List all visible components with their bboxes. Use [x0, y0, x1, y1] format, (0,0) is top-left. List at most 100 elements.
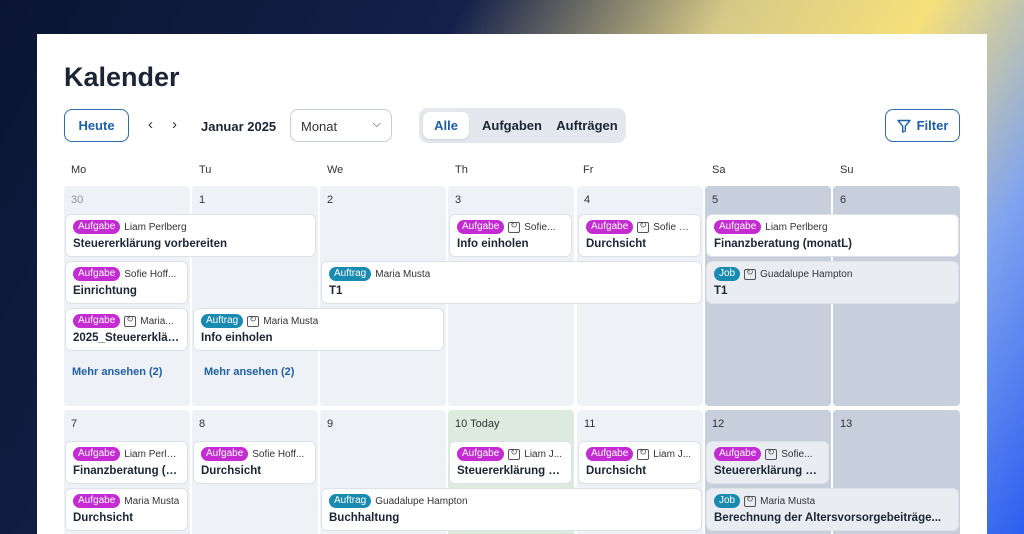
event-type-badge: Aufgabe	[73, 494, 121, 508]
event-assignee: Liam Perlb...	[124, 448, 180, 460]
recurring-icon	[508, 220, 521, 233]
filter-button[interactable]: Filter	[885, 109, 960, 142]
event-card[interactable]: Aufgabe Liam Perlberg Steuererklärung vor…	[65, 214, 316, 257]
event-assignee: Sofie Hoff...	[124, 268, 177, 280]
event-title: Info einholen	[457, 238, 529, 250]
event-title: Finanzberatung (monatL)	[714, 238, 852, 250]
day-number: 12	[712, 418, 725, 430]
event-title: Durchsicht	[586, 465, 647, 477]
dayname-tu: Tu	[199, 164, 212, 176]
calendar-panel: Kalender Heute ‹ › Januar 2025 Monat ⌵ A…	[37, 34, 987, 534]
view-select[interactable]: Monat ⌵	[290, 109, 392, 142]
event-title: Durchsicht	[73, 512, 134, 524]
event-assignee: Liam Perlberg	[765, 221, 828, 233]
event-type-badge: Auftrag	[201, 314, 244, 328]
recurring-icon	[744, 494, 757, 507]
dayname-th: Th	[455, 164, 468, 176]
event-title: Steuererklärung vorbereiten	[73, 238, 228, 250]
show-more-link[interactable]: Mehr ansehen (2)	[204, 366, 294, 378]
event-type-badge: Auftrag	[329, 494, 372, 508]
day-number: 13	[840, 418, 853, 430]
day-number: 3	[455, 194, 462, 206]
day-number: 2	[327, 194, 334, 206]
event-card[interactable]: Aufgabe Sofie Hoff... Durchsicht	[193, 441, 316, 484]
event-type-badge: Aufgabe	[73, 447, 121, 461]
event-card[interactable]: Aufgabe Maria... 2025_Steuererklär...	[65, 308, 188, 351]
event-card[interactable]: Job Guadalupe Hampton T1	[706, 261, 959, 304]
event-card[interactable]: Auftrag Maria Musta T1	[321, 261, 702, 304]
recurring-icon	[247, 314, 260, 327]
event-type-badge: Aufgabe	[714, 220, 762, 234]
event-assignee: Sofie Hoff...	[252, 448, 305, 460]
event-assignee: Liam J...	[524, 448, 563, 460]
dayname-mo: Mo	[71, 164, 87, 176]
dayname-we: We	[327, 164, 344, 176]
filter-button-label: Filter	[916, 118, 949, 133]
event-title: Finanzberatung (m...	[73, 465, 180, 477]
event-title: T1	[329, 285, 343, 297]
event-card[interactable]: Aufgabe Sofie Hoff... Einrichtung	[65, 261, 188, 304]
event-title: Buchhaltung	[329, 512, 400, 524]
show-more-link[interactable]: Mehr ansehen (2)	[72, 366, 162, 378]
dayname-fr: Fr	[583, 164, 594, 176]
recurring-icon	[508, 447, 521, 460]
event-assignee: Sofie...	[524, 221, 556, 233]
today-button[interactable]: Heute	[64, 109, 129, 142]
event-type-badge: Aufgabe	[201, 447, 249, 461]
event-type-badge: Aufgabe	[586, 447, 634, 461]
event-title: T1	[714, 285, 728, 297]
event-card[interactable]: Auftrag Maria Musta Info einholen	[193, 308, 444, 351]
recurring-icon	[637, 447, 650, 460]
day-number: 1	[199, 194, 206, 206]
event-assignee: Maria Musta	[375, 268, 431, 280]
event-title: Info einholen	[201, 332, 273, 344]
recurring-icon	[124, 314, 137, 327]
event-card[interactable]: Aufgabe Liam Perlberg Finanzberatung (mon…	[706, 214, 959, 257]
event-title: Steuererklärung vo...	[457, 465, 564, 477]
event-assignee: Guadalupe Hampton	[375, 495, 468, 507]
event-assignee: Sofie...	[781, 448, 813, 460]
day-number: 5	[712, 194, 719, 206]
event-type-badge: Aufgabe	[73, 220, 121, 234]
event-card[interactable]: Aufgabe Maria Musta Durchsicht	[65, 488, 188, 531]
event-type-badge: Aufgabe	[457, 447, 505, 461]
event-card[interactable]: Aufgabe Sofie... Steuererklärung vo...	[706, 441, 829, 484]
event-title: Steuererklärung vo...	[714, 465, 821, 477]
event-type-badge: Aufgabe	[73, 314, 121, 328]
event-type-badge: Aufgabe	[586, 220, 634, 234]
current-month-label: Januar 2025	[201, 119, 277, 134]
event-assignee: Maria...	[140, 315, 174, 327]
next-month-icon[interactable]: ›	[172, 116, 177, 133]
day-number: 9	[327, 418, 334, 430]
prev-month-icon[interactable]: ‹	[148, 116, 153, 133]
event-title: Durchsicht	[586, 238, 647, 250]
event-card[interactable]: Auftrag Guadalupe Hampton Buchhaltung	[321, 488, 702, 531]
event-card[interactable]: Aufgabe Liam J... Steuererklärung vo...	[449, 441, 572, 484]
day-number: 11	[584, 418, 596, 430]
dayname-sa: Sa	[712, 164, 726, 176]
event-type-badge: Auftrag	[329, 267, 372, 281]
event-card[interactable]: Aufgabe Sofie... Info einholen	[449, 214, 572, 257]
view-select-value: Monat	[301, 119, 338, 134]
day-number: 4	[584, 194, 591, 206]
event-assignee: Liam J...	[653, 448, 692, 460]
day-number: 6	[840, 194, 847, 206]
event-card[interactable]: Job Maria Musta Berechnung der Altersvors…	[706, 488, 959, 531]
dayname-su: Su	[840, 164, 854, 176]
segment-all[interactable]: Alle	[423, 112, 469, 139]
event-assignee: Maria Musta	[124, 495, 180, 507]
day-number: 30	[71, 194, 84, 206]
event-title: 2025_Steuererklär...	[73, 332, 180, 344]
event-card[interactable]: Aufgabe Liam J... Durchsicht	[578, 441, 701, 484]
page-title: Kalender	[64, 62, 180, 92]
event-card[interactable]: Aufgabe Sofie H... Durchsicht	[578, 214, 701, 257]
event-assignee: Sofie H...	[653, 221, 693, 233]
event-title: Berechnung der Altersvorsorgebeiträge...	[714, 512, 942, 524]
event-card[interactable]: Aufgabe Liam Perlb... Finanzberatung (m..…	[65, 441, 188, 484]
day-number: 10 Today	[455, 418, 500, 430]
segment-tasks[interactable]: Aufgaben	[475, 112, 549, 139]
chevron-down-icon: ⌵	[372, 118, 381, 130]
segment-orders[interactable]: Aufträgen	[551, 112, 623, 139]
day-number: 7	[71, 418, 78, 430]
event-assignee: Maria Musta	[263, 315, 319, 327]
